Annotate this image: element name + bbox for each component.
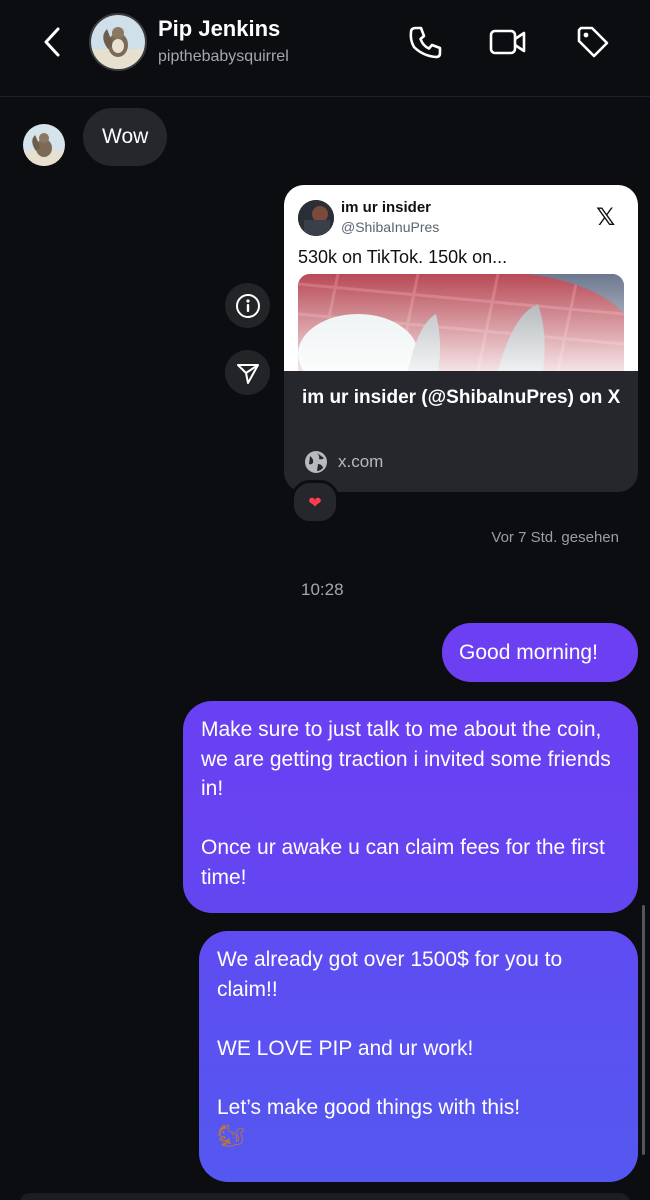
tweet-embed-preview: im ur insider @ShibaInuPres 𝕏 530k on Ti…: [284, 185, 638, 371]
info-icon: [235, 293, 260, 318]
call-button[interactable]: [405, 22, 445, 62]
message-timestamp: 10:28: [301, 580, 344, 599]
tweet-media-image: [298, 274, 624, 371]
message-paragraph: We already got over 1500$ for you to cla…: [217, 948, 563, 1001]
seen-status: Vor 7 Std. gesehen: [491, 529, 619, 546]
video-camera-icon: [489, 29, 526, 55]
message-text: Good morning!: [459, 641, 598, 664]
x-logo-icon: 𝕏: [596, 203, 616, 231]
back-chevron-icon: [44, 27, 60, 57]
squirrel-avatar-image: [91, 15, 145, 69]
tweet-author-name: im ur insider: [341, 199, 432, 216]
message-composer-edge: [20, 1193, 630, 1200]
tag-icon: [577, 26, 609, 58]
contact-name[interactable]: Pip Jenkins: [158, 16, 280, 42]
message-info-button[interactable]: [225, 283, 270, 328]
link-preview-card[interactable]: im ur insider @ShibaInuPres 𝕏 530k on Ti…: [284, 185, 638, 492]
outgoing-message-bubble[interactable]: We already got over 1500$ for you to cla…: [199, 931, 638, 1182]
incoming-message-bubble[interactable]: Wow: [83, 108, 168, 166]
chipmunk-emoji-icon: 🐿: [217, 1124, 245, 1149]
message-paragraph: WE LOVE PIP and ur work!: [217, 1036, 474, 1060]
squirrel-avatar-image: [23, 124, 65, 166]
contact-avatar[interactable]: [89, 13, 147, 71]
message-text: Let’s make good things with this!: [217, 1095, 521, 1119]
message-paragraph: Make sure to just talk to me about the c…: [201, 718, 611, 800]
video-call-button[interactable]: [488, 22, 528, 62]
dm-conversation-screen: Pip Jenkins pipthebabysquirrel Wow im ur…: [0, 0, 650, 1200]
link-card-domain: x.com: [338, 452, 384, 471]
sender-avatar[interactable]: [23, 124, 65, 166]
outgoing-message-bubble[interactable]: Make sure to just talk to me about the c…: [183, 701, 638, 913]
tweet-text: 530k on TikTok. 150k on...: [298, 247, 508, 267]
heart-reaction[interactable]: ❤: [291, 480, 339, 524]
share-message-button[interactable]: [225, 350, 270, 395]
tweet-author-handle: @ShibaInuPres: [341, 219, 440, 235]
tag-button[interactable]: [573, 22, 613, 62]
chat-header: Pip Jenkins pipthebabysquirrel: [0, 0, 650, 97]
heart-icon: ❤: [308, 492, 322, 512]
scrollbar[interactable]: [642, 905, 645, 1155]
message-paragraph: Let’s make good things with this! 🐿: [217, 1093, 620, 1152]
phone-icon: [409, 26, 442, 59]
message-paragraph: Once ur awake u can claim fees for the f…: [201, 836, 605, 889]
back-button[interactable]: [38, 24, 68, 60]
contact-username[interactable]: pipthebabysquirrel: [158, 48, 289, 66]
link-card-title: im ur insider (@ShibaInuPres) on X: [302, 387, 621, 408]
tweet-author-avatar: [298, 200, 334, 236]
globe-icon: [305, 451, 327, 473]
share-icon: [236, 363, 259, 384]
outgoing-message-bubble[interactable]: Good morning!: [442, 623, 638, 682]
link-card-domain-row: x.com: [304, 450, 383, 474]
